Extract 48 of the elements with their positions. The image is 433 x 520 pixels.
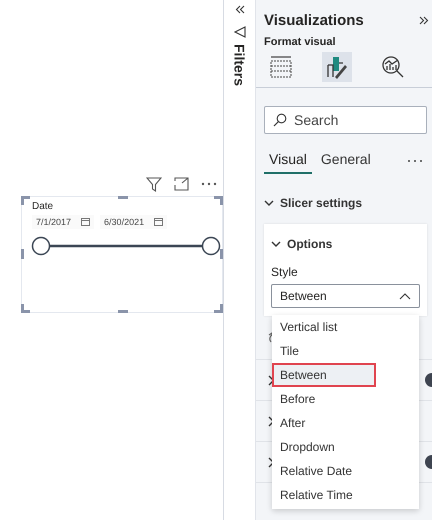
menu-option[interactable]: Relative Time xyxy=(272,483,419,507)
section-title: Format visual xyxy=(264,36,336,48)
resize-handle[interactable] xyxy=(118,310,128,313)
resize-handle[interactable] xyxy=(21,249,24,259)
menu-option[interactable]: Vertical list xyxy=(272,315,419,339)
pane-title: Visualizations xyxy=(264,12,364,28)
range-slider[interactable] xyxy=(31,235,221,257)
menu-option[interactable]: Before xyxy=(272,387,419,411)
filter-icon[interactable] xyxy=(234,26,246,38)
focus-mode-icon[interactable] xyxy=(174,177,189,191)
chevron-icon xyxy=(264,200,274,206)
toggle-switch[interactable] xyxy=(425,373,432,387)
collapse-pane-icon[interactable] xyxy=(419,16,429,24)
filters-label[interactable]: Filters xyxy=(232,44,248,86)
resize-handle[interactable] xyxy=(118,196,128,199)
calendar-icon[interactable] xyxy=(81,218,90,226)
start-date-field[interactable]: 7/1/2017 xyxy=(32,215,94,229)
chevron-icon[interactable] xyxy=(268,374,275,386)
chevron-icon xyxy=(399,292,411,300)
date-slicer[interactable]: Date 7/1/2017 6/30/2021 xyxy=(21,196,223,313)
search-field[interactable]: Search xyxy=(264,106,427,134)
style-dropdown[interactable]: Between xyxy=(271,284,420,308)
calendar-icon[interactable] xyxy=(154,218,164,226)
more-options-icon[interactable] xyxy=(407,159,423,163)
menu-option[interactable]: After xyxy=(272,411,419,435)
style-label: Style xyxy=(271,265,298,279)
resize-handle[interactable] xyxy=(21,196,30,205)
chevron-icon[interactable] xyxy=(268,456,275,468)
menu-option[interactable]: Relative Date xyxy=(272,459,419,483)
collapse-filters-icon[interactable] xyxy=(234,5,244,14)
pane-tab[interactable]: Visual xyxy=(264,148,312,174)
chevron-icon xyxy=(271,240,281,248)
menu-option[interactable]: Dropdown xyxy=(272,435,419,459)
toggle-switch[interactable] xyxy=(425,455,432,469)
more-options-icon[interactable] xyxy=(201,182,217,186)
filter-icon[interactable] xyxy=(146,176,162,192)
options-header[interactable]: Options xyxy=(271,237,332,251)
chevron-icon[interactable] xyxy=(268,416,275,426)
menu-option[interactable]: Between xyxy=(272,363,376,387)
pane-tab[interactable]: General xyxy=(316,148,376,174)
resize-handle[interactable] xyxy=(21,304,30,313)
resize-handle[interactable] xyxy=(220,249,223,259)
slicer-settings-header[interactable]: Slicer settings xyxy=(264,196,362,210)
end-date-field[interactable]: 6/30/2021 xyxy=(100,215,168,229)
slicer-title: Date xyxy=(32,201,54,212)
search-icon xyxy=(273,113,287,127)
format-visual-tab[interactable] xyxy=(322,52,352,82)
menu-option[interactable]: Tile xyxy=(272,339,419,363)
